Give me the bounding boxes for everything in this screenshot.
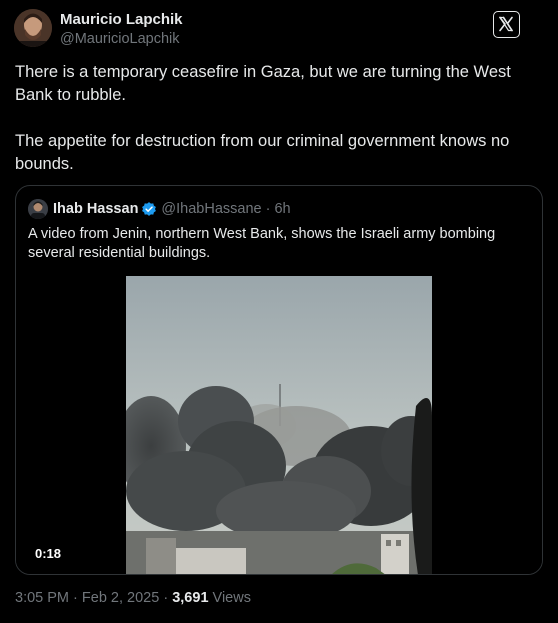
- video-thumbnail: [126, 276, 432, 574]
- post-time[interactable]: 3:05 PM: [15, 590, 69, 606]
- author-name[interactable]: Mauricio Lapchik: [60, 11, 183, 29]
- post-date[interactable]: Feb 2, 2025: [82, 590, 159, 606]
- video-player[interactable]: 0:18: [16, 276, 542, 574]
- quoted-tweet[interactable]: Ihab Hassan @IhabHassane · 6h A video fr…: [15, 185, 543, 575]
- separator-dot: ·: [163, 590, 169, 606]
- views-count: 3,691: [172, 590, 209, 606]
- tweet-paragraph: The appetite for destruction from our cr…: [15, 132, 510, 173]
- quoted-author-name[interactable]: Ihab Hassan: [53, 201, 138, 217]
- quoted-author-handle[interactable]: @IhabHassane: [161, 201, 261, 217]
- separator-dot: ·: [73, 590, 78, 606]
- author-handle[interactable]: @MauricioLapchik: [60, 29, 183, 49]
- tweet-text: There is a temporary ceasefire in Gaza, …: [15, 61, 550, 176]
- separator-dot: ·: [265, 201, 271, 217]
- quoted-timestamp[interactable]: 6h: [274, 201, 290, 217]
- tweet-meta: 3:05 PM · Feb 2, 2025 · 3,691 Views: [15, 590, 251, 606]
- quoted-text: A video from Jenin, northern West Bank, …: [28, 226, 496, 261]
- author-avatar[interactable]: [14, 9, 52, 47]
- tweet-paragraph: There is a temporary ceasefire in Gaza, …: [15, 63, 511, 104]
- quoted-avatar[interactable]: [28, 199, 48, 219]
- verified-badge-icon: [142, 202, 157, 216]
- tweet-card: Mauricio Lapchik @MauricioLapchik There …: [0, 0, 558, 623]
- x-logo-icon[interactable]: [493, 11, 520, 38]
- author-info: Mauricio Lapchik @MauricioLapchik: [60, 11, 183, 49]
- views-label: Views: [212, 590, 251, 606]
- video-duration: 0:18: [33, 545, 64, 562]
- quoted-header: Ihab Hassan @IhabHassane · 6h: [28, 199, 291, 219]
